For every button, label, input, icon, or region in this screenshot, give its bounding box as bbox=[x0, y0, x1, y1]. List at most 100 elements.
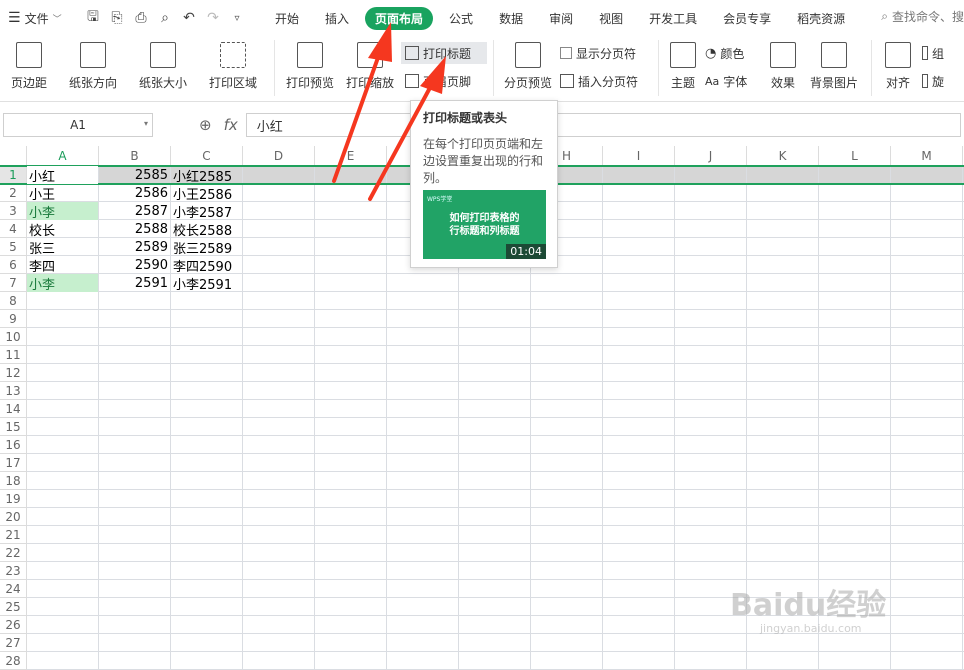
cell-a1[interactable]: 小红 bbox=[27, 166, 98, 185]
row-header-8[interactable]: 8 bbox=[0, 292, 27, 310]
tab-page-layout[interactable]: 页面布局 bbox=[365, 6, 434, 30]
cell-a4[interactable]: 校长 bbox=[27, 220, 98, 239]
column-header-m[interactable]: M bbox=[891, 146, 963, 166]
row-header-6[interactable]: 6 bbox=[0, 256, 27, 274]
select-all-corner[interactable] bbox=[0, 146, 27, 166]
column-header-a[interactable]: A bbox=[27, 146, 99, 166]
row-header-5[interactable]: 5 bbox=[0, 238, 27, 256]
tab-docer[interactable]: 稻壳资源 bbox=[787, 7, 855, 30]
theme-button[interactable]: 主题 bbox=[665, 36, 701, 98]
colors-button[interactable]: ◔ 颜色 bbox=[701, 42, 763, 64]
column-header-l[interactable]: L bbox=[819, 146, 891, 166]
row-header-21[interactable]: 21 bbox=[0, 526, 27, 544]
background-button[interactable]: 背景图片 bbox=[803, 36, 865, 98]
print-titles-button[interactable]: 打印标题 bbox=[401, 42, 487, 64]
header-footer-button[interactable]: 页眉页脚 bbox=[401, 70, 487, 92]
row-header-14[interactable]: 14 bbox=[0, 400, 27, 418]
redo-icon[interactable]: ↷ bbox=[204, 9, 222, 27]
column-header-b[interactable]: B bbox=[99, 146, 171, 166]
print-preview-button[interactable]: 打印预览 bbox=[281, 36, 339, 98]
column-header-j[interactable]: J bbox=[675, 146, 747, 166]
command-search[interactable]: ⌕ 查找命令、搜 bbox=[881, 8, 964, 25]
print-scale-button[interactable]: 打印缩放 bbox=[339, 36, 401, 98]
effects-button[interactable]: 效果 bbox=[763, 36, 803, 98]
tab-view[interactable]: 视图 bbox=[589, 7, 633, 30]
print-preview-icon[interactable]: ⌕ bbox=[156, 9, 174, 27]
row-header-22[interactable]: 22 bbox=[0, 544, 27, 562]
row-header-27[interactable]: 27 bbox=[0, 634, 27, 652]
row-header-9[interactable]: 9 bbox=[0, 310, 27, 328]
row-header-4[interactable]: 4 bbox=[0, 220, 27, 238]
cell-c1[interactable]: 小红2585 bbox=[171, 166, 242, 185]
zoom-icon[interactable]: ⊕ bbox=[199, 116, 212, 134]
cell-c6[interactable]: 李四2590 bbox=[171, 256, 242, 275]
save-icon[interactable]: 🖫 bbox=[84, 9, 102, 27]
tab-review[interactable]: 审阅 bbox=[539, 7, 583, 30]
tab-insert[interactable]: 插入 bbox=[315, 7, 359, 30]
row-header-12[interactable]: 12 bbox=[0, 364, 27, 382]
row-header-17[interactable]: 17 bbox=[0, 454, 27, 472]
page-break-preview-button[interactable]: 分页预览 bbox=[500, 36, 556, 98]
cell-a7[interactable]: 小李 bbox=[27, 274, 98, 293]
margins-button[interactable]: 页边距 bbox=[0, 36, 58, 98]
fonts-button[interactable]: Aa 字体 bbox=[701, 70, 763, 92]
show-page-breaks-checkbox[interactable]: 显示分页符 bbox=[556, 42, 652, 64]
row-header-11[interactable]: 11 bbox=[0, 346, 27, 364]
row-header-26[interactable]: 26 bbox=[0, 616, 27, 634]
cell-c7[interactable]: 小李2591 bbox=[171, 274, 242, 293]
cell-c5[interactable]: 张三2589 bbox=[171, 238, 242, 257]
column-header-e[interactable]: E bbox=[315, 146, 387, 166]
file-menu[interactable]: ☰ 文件 ﹀ bbox=[0, 10, 80, 27]
column-header-i[interactable]: I bbox=[603, 146, 675, 166]
row-header-15[interactable]: 15 bbox=[0, 418, 27, 436]
insert-page-break-button[interactable]: 插入分页符 bbox=[556, 70, 652, 92]
row-header-20[interactable]: 20 bbox=[0, 508, 27, 526]
column-header-d[interactable]: D bbox=[243, 146, 315, 166]
tab-member[interactable]: 会员专享 bbox=[713, 7, 781, 30]
row-header-13[interactable]: 13 bbox=[0, 382, 27, 400]
cell-b7[interactable]: 2591 bbox=[99, 274, 170, 292]
cell-b6[interactable]: 2590 bbox=[99, 256, 170, 274]
row-header-16[interactable]: 16 bbox=[0, 436, 27, 454]
tab-developer[interactable]: 开发工具 bbox=[639, 7, 707, 30]
row-header-2[interactable]: 2 bbox=[0, 184, 27, 202]
cell-a6[interactable]: 李四 bbox=[27, 256, 98, 275]
cell-c2[interactable]: 小王2586 bbox=[171, 184, 242, 203]
group-button[interactable]: 组 bbox=[918, 42, 948, 64]
column-header-k[interactable]: K bbox=[747, 146, 819, 166]
function-icon[interactable]: fx bbox=[224, 116, 238, 134]
name-box[interactable]: A1 ▾ bbox=[3, 113, 153, 137]
cell-b2[interactable]: 2586 bbox=[99, 184, 170, 202]
formula-input[interactable]: 小红 bbox=[245, 113, 961, 137]
cell-a5[interactable]: 张三 bbox=[27, 238, 98, 257]
row-header-25[interactable]: 25 bbox=[0, 598, 27, 616]
row-header-7[interactable]: 7 bbox=[0, 274, 27, 292]
row-header-3[interactable]: 3 bbox=[0, 202, 27, 220]
row-header-18[interactable]: 18 bbox=[0, 472, 27, 490]
cell-b5[interactable]: 2589 bbox=[99, 238, 170, 256]
print-icon[interactable]: ⎙ bbox=[132, 9, 150, 27]
row-header-28[interactable]: 28 bbox=[0, 652, 27, 670]
export-pdf-icon[interactable]: ⎘ bbox=[108, 9, 126, 27]
cell-b4[interactable]: 2588 bbox=[99, 220, 170, 238]
rotate-button[interactable]: 旋 bbox=[918, 70, 948, 92]
orientation-button[interactable]: 纸张方向 bbox=[58, 36, 128, 98]
row-header-19[interactable]: 19 bbox=[0, 490, 27, 508]
undo-icon[interactable]: ↶ bbox=[180, 9, 198, 27]
tutorial-video-thumbnail[interactable]: WPS学堂 如何打印表格的 行标题和列标题 01:04 bbox=[423, 190, 546, 259]
cell-b1[interactable]: 2585 bbox=[99, 166, 170, 184]
cell-a3[interactable]: 小李 bbox=[27, 202, 98, 221]
cell-a2[interactable]: 小王 bbox=[27, 184, 98, 203]
customize-dropdown-icon[interactable]: ▿ bbox=[228, 9, 246, 27]
cell-c4[interactable]: 校长2588 bbox=[171, 220, 242, 239]
row-header-1[interactable]: 1 bbox=[0, 166, 27, 184]
print-area-button[interactable]: 打印区域 bbox=[198, 36, 268, 98]
paper-size-button[interactable]: 纸张大小 bbox=[128, 36, 198, 98]
row-header-10[interactable]: 10 bbox=[0, 328, 27, 346]
column-header-c[interactable]: C bbox=[171, 146, 243, 166]
tab-data[interactable]: 数据 bbox=[489, 7, 533, 30]
cell-c3[interactable]: 小李2587 bbox=[171, 202, 242, 221]
tab-formulas[interactable]: 公式 bbox=[439, 7, 483, 30]
row-header-23[interactable]: 23 bbox=[0, 562, 27, 580]
tab-home[interactable]: 开始 bbox=[265, 7, 309, 30]
